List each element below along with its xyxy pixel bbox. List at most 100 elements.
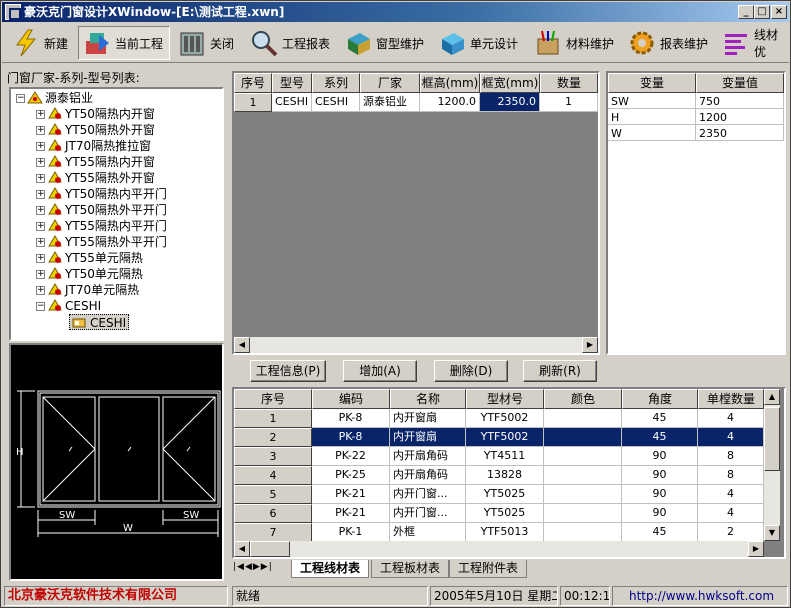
material-grid-cell[interactable]: 外框: [390, 523, 466, 542]
material-grid-header[interactable]: 序号: [234, 389, 312, 409]
unit-design-button[interactable]: 单元设计: [434, 26, 524, 60]
tree-expand-toggle[interactable]: +: [36, 174, 45, 183]
tree-series-item[interactable]: JT70单元隔热: [47, 282, 139, 298]
variable-grid-header[interactable]: 变量值: [696, 73, 784, 93]
material-grid-header[interactable]: 单樘数量: [698, 389, 764, 409]
app-icon[interactable]: [5, 4, 21, 20]
tree-root[interactable]: 源泰铝业: [27, 90, 93, 106]
series-tree[interactable]: − 源泰铝业 + YT50隔热内开窗 + YT50隔热外开窗 + JT70隔热推拉窗 + YT…: [9, 87, 224, 341]
material-grid-cell[interactable]: 45: [622, 428, 698, 447]
material-grid-cell[interactable]: 4: [698, 485, 764, 504]
tree-model-ceshi[interactable]: CESHI: [69, 314, 130, 330]
material-grid-cell[interactable]: [544, 428, 622, 447]
material-grid-cell[interactable]: YTF5002: [466, 428, 544, 447]
close-project-button[interactable]: 关闭: [174, 26, 240, 60]
material-grid-cell[interactable]: 2: [234, 428, 312, 447]
tab-nav-arrows[interactable]: |◀◀▶▶|: [233, 562, 273, 572]
title-bar[interactable]: 豪沃克门窗设计XWindow-[E:\测试工程.xwn] _ □ ×: [2, 2, 789, 22]
tree-expand-toggle[interactable]: +: [36, 142, 45, 151]
material-grid-cell[interactable]: [544, 523, 622, 542]
material-grid[interactable]: 序号 编码 名称 型材号 颜色 角度 单樘数量 1 PK-8 内开窗扇 YTF5002 45 4 2 PK-…: [232, 387, 786, 559]
project-grid-cell[interactable]: 1: [540, 93, 598, 112]
material-grid-cell[interactable]: YTF5013: [466, 523, 544, 542]
status-url[interactable]: http://www.hwksoft.com: [612, 586, 788, 606]
tree-expand-toggle[interactable]: +: [36, 222, 45, 231]
variable-grid-cell[interactable]: 750: [696, 93, 784, 109]
tree-expand-toggle[interactable]: +: [36, 286, 45, 295]
material-grid-cell[interactable]: [544, 485, 622, 504]
material-grid-cell[interactable]: 90: [622, 466, 698, 485]
project-report-button[interactable]: 工程报表: [246, 26, 334, 60]
tree-series-item[interactable]: YT55隔热外平开门: [47, 234, 167, 250]
variable-grid-cell[interactable]: 1200: [696, 109, 784, 125]
material-grid-cell[interactable]: 3: [234, 447, 312, 466]
delete-button[interactable]: 删除(D): [434, 360, 508, 382]
material-grid-cell[interactable]: PK-22: [312, 447, 390, 466]
material-grid-cell[interactable]: 4: [698, 409, 764, 428]
material-grid-cell[interactable]: YTF5002: [466, 409, 544, 428]
material-grid-cell[interactable]: 内开扇角码: [390, 466, 466, 485]
material-grid-header[interactable]: 颜色: [544, 389, 622, 409]
material-grid-cell[interactable]: PK-1: [312, 523, 390, 542]
scroll-left-button-2[interactable]: ◀: [234, 541, 250, 557]
project-grid-cell[interactable]: CESHI: [272, 93, 312, 112]
material-grid-hscroll[interactable]: ◀ ▶: [234, 541, 764, 557]
variable-grid-cell[interactable]: SW: [608, 93, 696, 109]
material-grid-cell[interactable]: 4: [234, 466, 312, 485]
material-grid-cell[interactable]: [544, 504, 622, 523]
variable-grid-cell[interactable]: 2350: [696, 125, 784, 141]
variable-grid-header[interactable]: 变量: [608, 73, 696, 93]
scroll-right-button-2[interactable]: ▶: [748, 541, 764, 557]
material-grid-cell[interactable]: 13828: [466, 466, 544, 485]
tree-collapse-toggle-ceshi[interactable]: −: [36, 302, 45, 311]
tree-collapse-toggle[interactable]: −: [16, 94, 25, 103]
refresh-button[interactable]: 刷新(R): [523, 360, 597, 382]
project-grid-header[interactable]: 系列: [312, 73, 360, 93]
bar-optimize-button[interactable]: 线材优: [718, 26, 788, 60]
material-grid-cell[interactable]: 90: [622, 485, 698, 504]
tab-accessories[interactable]: 工程附件表: [449, 560, 528, 578]
tree-series-item[interactable]: YT55隔热外开窗: [47, 170, 155, 186]
hscroll-thumb[interactable]: [250, 541, 290, 557]
material-grid-cell[interactable]: 90: [622, 504, 698, 523]
material-grid-header[interactable]: 编码: [312, 389, 390, 409]
material-grid-cell[interactable]: 1: [234, 409, 312, 428]
project-grid-header[interactable]: 框高(mm): [420, 73, 480, 93]
tree-expand-toggle[interactable]: +: [36, 110, 45, 119]
project-grid-cell[interactable]: 源泰铝业: [360, 93, 420, 112]
tree-series-item[interactable]: YT50隔热内开窗: [47, 106, 155, 122]
tab-bar-materials[interactable]: 工程线材表: [291, 560, 370, 578]
material-grid-cell[interactable]: 内开窗扇: [390, 409, 466, 428]
material-grid-header[interactable]: 型材号: [466, 389, 544, 409]
new-button[interactable]: 新建: [8, 26, 72, 60]
tree-expand-toggle[interactable]: +: [36, 270, 45, 279]
project-grid-header[interactable]: 序号: [234, 73, 272, 93]
material-grid-cell[interactable]: [544, 466, 622, 485]
material-grid-cell[interactable]: PK-25: [312, 466, 390, 485]
scroll-thumb[interactable]: [764, 407, 780, 471]
project-grid-cell[interactable]: 1: [234, 93, 272, 112]
project-grid-header[interactable]: 厂家: [360, 73, 420, 93]
tree-series-item[interactable]: YT50隔热外开窗: [47, 122, 155, 138]
window-type-button[interactable]: 窗型维护: [340, 26, 430, 60]
minimize-button[interactable]: _: [738, 5, 754, 19]
material-grid-cell[interactable]: 7: [234, 523, 312, 542]
project-grid-header[interactable]: 框宽(mm): [480, 73, 540, 93]
tree-expand-toggle[interactable]: +: [36, 238, 45, 247]
project-grid-cell[interactable]: CESHI: [312, 93, 360, 112]
project-grid-header[interactable]: 型号: [272, 73, 312, 93]
tree-series-item[interactable]: YT55隔热内开窗: [47, 154, 155, 170]
material-grid-cell[interactable]: PK-8: [312, 409, 390, 428]
tree-expand-toggle[interactable]: +: [36, 158, 45, 167]
material-grid-cell[interactable]: YT5025: [466, 485, 544, 504]
tree-expand-toggle[interactable]: +: [36, 190, 45, 199]
tree-series-item[interactable]: YT55隔热内平开门: [47, 218, 167, 234]
scroll-left-button[interactable]: ◀: [234, 337, 250, 353]
scroll-right-button[interactable]: ▶: [582, 337, 598, 353]
scroll-up-button[interactable]: ▲: [764, 389, 780, 405]
tree-expand-toggle[interactable]: +: [36, 126, 45, 135]
material-grid-cell[interactable]: PK-21: [312, 504, 390, 523]
material-grid-cell[interactable]: [544, 409, 622, 428]
material-grid-cell[interactable]: YT4511: [466, 447, 544, 466]
material-grid-cell[interactable]: 内开门窗...: [390, 504, 466, 523]
